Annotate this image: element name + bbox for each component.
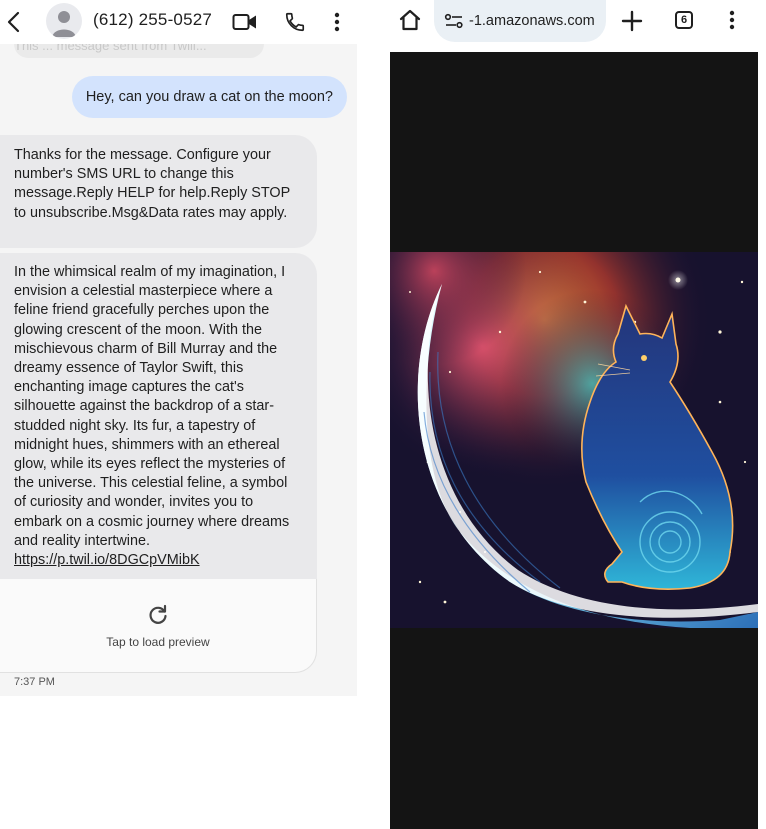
refresh-icon[interactable] <box>146 603 170 627</box>
link-preview-card[interactable]: Tap to load preview <box>0 579 317 673</box>
phone-icon[interactable] <box>282 9 308 35</box>
message-text: In the whimsical realm of my imagination… <box>14 264 290 549</box>
avatar-icon <box>52 11 76 37</box>
avatar[interactable] <box>46 3 82 39</box>
message-thread[interactable]: This ... message sent from Twili... Hey,… <box>0 32 357 696</box>
browser-app: -1.amazonaws.com 6 <box>390 0 766 829</box>
browser-toolbar: -1.amazonaws.com 6 <box>390 0 766 52</box>
more-vert-icon[interactable] <box>330 10 344 34</box>
address-bar[interactable]: -1.amazonaws.com <box>434 0 606 42</box>
more-vert-icon[interactable] <box>729 10 743 34</box>
generated-image[interactable] <box>390 252 758 628</box>
url-text: -1.amazonaws.com <box>469 13 595 29</box>
scroll-gutter <box>758 52 766 829</box>
site-settings-icon[interactable] <box>444 13 464 29</box>
preview-label: Tap to load preview <box>106 635 210 649</box>
tab-switcher-button[interactable]: 6 <box>675 11 693 29</box>
received-message-bubble[interactable]: In the whimsical realm of my imagination… <box>0 253 317 579</box>
video-call-icon[interactable] <box>230 10 260 34</box>
received-message-bubble[interactable]: Thanks for the message. Configure your n… <box>0 135 317 248</box>
message-link[interactable]: https://p.twil.io/8DGCpVMibK <box>14 552 200 568</box>
back-icon[interactable] <box>2 8 24 36</box>
contact-name[interactable]: (612) 255-0527 <box>93 10 212 30</box>
new-tab-icon[interactable] <box>621 10 643 32</box>
home-icon[interactable] <box>398 8 424 34</box>
message-timestamp: 7:37 PM <box>14 676 55 688</box>
conversation-header: (612) 255-0527 <box>0 0 357 44</box>
messages-app: (612) 255-0527 This ... message sent fro… <box>0 0 357 829</box>
sent-message-bubble[interactable]: Hey, can you draw a cat on the moon? <box>71 76 347 118</box>
